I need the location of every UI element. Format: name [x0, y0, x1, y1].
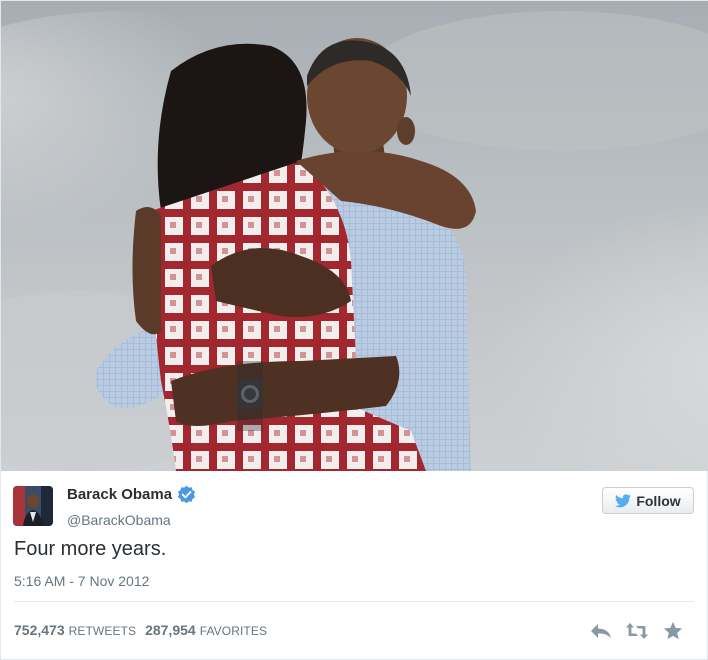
avatar-image [13, 486, 53, 526]
favorites-count[interactable]: 287,954 [145, 622, 196, 638]
tweet-actions [589, 621, 685, 641]
reply-icon[interactable] [589, 621, 613, 641]
display-name[interactable]: Barack Obama [67, 486, 172, 503]
twitter-bird-icon [615, 493, 632, 508]
verified-badge-icon [177, 485, 196, 504]
tweet-text: Four more years. [14, 538, 167, 560]
tweet-stats: 752,473 RETWEETS 287,954 FAVORITES [14, 622, 276, 638]
follow-button-label: Follow [636, 492, 681, 509]
retweets-count[interactable]: 752,473 [14, 622, 65, 638]
tweet-photo[interactable] [1, 1, 708, 471]
divider [14, 601, 694, 602]
favorite-star-icon[interactable] [661, 621, 685, 641]
retweets-label[interactable]: RETWEETS [69, 624, 136, 638]
retweet-icon[interactable] [625, 621, 649, 641]
author-name-row[interactable]: Barack Obama [67, 485, 196, 504]
tweet-timestamp[interactable]: 5:16 AM - 7 Nov 2012 [14, 573, 149, 589]
favorites-label[interactable]: FAVORITES [200, 624, 267, 638]
avatar[interactable] [13, 486, 53, 526]
screen-name[interactable]: @BarackObama [67, 512, 171, 528]
tweet-card: Barack Obama @BarackObama Follow Four mo… [0, 0, 708, 660]
photo-hug-image [1, 1, 708, 471]
follow-button[interactable]: Follow [602, 487, 694, 514]
